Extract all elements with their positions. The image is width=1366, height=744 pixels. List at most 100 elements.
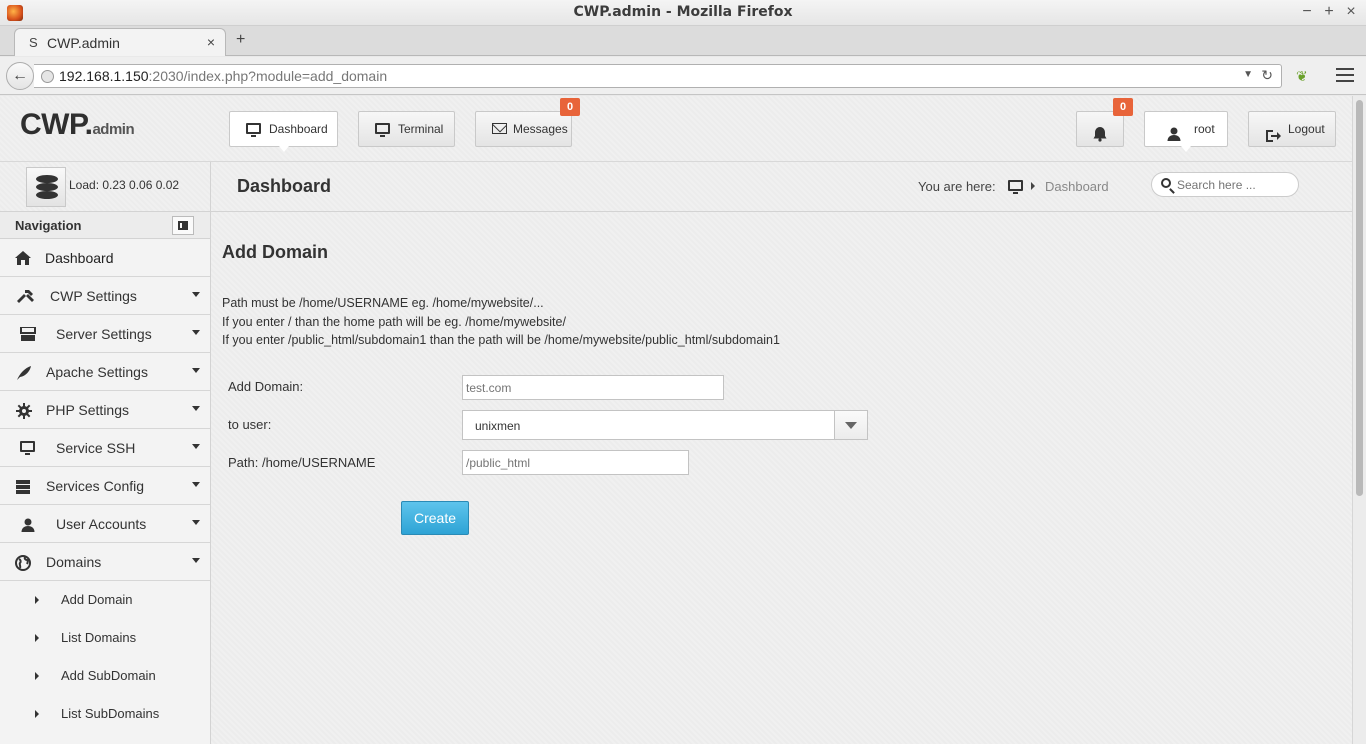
navigation-title: Navigation — [15, 218, 82, 233]
sidebar-subitem-list-domains[interactable]: List Domains — [0, 619, 210, 657]
terminal-button[interactable]: Terminal — [358, 111, 455, 147]
sidebar-item-label: Domains — [46, 554, 102, 570]
chevron-down-icon — [192, 520, 200, 525]
reload-icon[interactable]: ↻ — [1261, 67, 1273, 84]
hamburger-menu-icon[interactable] — [1336, 68, 1354, 82]
leaf-extension-icon[interactable]: ❦ — [1296, 68, 1310, 84]
cwp-logo[interactable]: CWP.admin — [20, 108, 135, 142]
sidebar-item-apache-settings[interactable]: Apache Settings — [0, 353, 210, 391]
sidebar-item-label: Services Config — [46, 478, 145, 494]
feather-icon — [16, 365, 32, 380]
user-menu-button[interactable]: root — [1144, 111, 1228, 152]
minimize-button[interactable]: − — [1298, 2, 1316, 22]
sidebar-item-cwp-settings[interactable]: CWP Settings — [0, 277, 210, 315]
sidebar-item-label: PHP Settings — [46, 402, 130, 418]
dashboard-button[interactable]: Dashboard — [229, 111, 338, 152]
sidebar-item-user-accounts[interactable]: User Accounts — [0, 505, 210, 543]
user-select[interactable]: unixmen — [462, 410, 868, 440]
tab-title: CWP.admin — [47, 35, 120, 51]
sidebar-subitem-label: Add Domain — [61, 592, 133, 607]
chevron-right-icon — [35, 672, 39, 680]
url-text[interactable]: 192.168.1.150:2030/index.php?module=add_… — [59, 68, 387, 84]
dashboard-button-label: Dashboard — [269, 122, 328, 136]
logo-sub: admin — [92, 121, 135, 138]
sidebar-item-service-ssh[interactable]: Service SSH — [0, 429, 210, 467]
search-box[interactable] — [1151, 172, 1299, 197]
sidebar-subitem-add-subdomain[interactable]: Add SubDomain — [0, 657, 210, 695]
path-input[interactable] — [462, 450, 689, 475]
database-icon[interactable] — [26, 167, 66, 207]
domain-label: Add Domain: — [228, 379, 304, 394]
notifications-badge: 0 — [1113, 98, 1133, 116]
url-bar[interactable]: 192.168.1.150:2030/index.php?module=add_… — [34, 64, 1282, 88]
cwp-header: CWP.admin Dashboard Terminal Messages 0 … — [0, 96, 1352, 162]
page-title-bar: Dashboard You are here: Dashboard — [211, 162, 1352, 212]
info-line: If you enter /public_html/subdomain1 tha… — [222, 333, 780, 347]
sidebar-subitem-label: List SubDomains — [61, 706, 160, 721]
sidebar-subitem-add-domain[interactable]: Add Domain — [0, 581, 210, 619]
breadcrumb-current[interactable]: Dashboard — [1045, 179, 1109, 194]
info-line: If you enter / than the home path will b… — [222, 315, 566, 329]
sidebar-subitem-label: Add SubDomain — [61, 668, 156, 683]
user-icon — [20, 517, 36, 532]
create-button[interactable]: Create — [401, 501, 469, 535]
url-dropdown-icon[interactable]: ▼ — [1243, 69, 1253, 80]
sidebar-item-php-settings[interactable]: PHP Settings — [0, 391, 210, 429]
page-title: Dashboard — [237, 176, 332, 196]
browser-tab[interactable]: S CWP.admin × — [14, 28, 226, 56]
sidebar-item-dashboard[interactable]: Dashboard — [0, 239, 210, 277]
search-icon — [1161, 178, 1171, 188]
user-icon — [1166, 121, 1182, 155]
logout-button-label: Logout — [1288, 122, 1325, 136]
messages-button[interactable]: Messages 0 — [475, 98, 580, 147]
notifications-button[interactable]: 0 — [1076, 98, 1133, 147]
sidebar-item-label: Apache Settings — [46, 364, 148, 380]
scrollbar-thumb[interactable] — [1356, 100, 1363, 496]
sidebar-item-label: Service SSH — [56, 440, 136, 456]
chevron-right-icon — [35, 710, 39, 718]
tools-icon — [16, 289, 34, 303]
sidebar-item-domains[interactable]: Domains — [0, 543, 210, 581]
sidebar-item-label: User Accounts — [56, 516, 147, 532]
bell-icon — [1092, 121, 1108, 155]
terminal-button-label: Terminal — [398, 122, 444, 136]
chevron-down-icon — [192, 444, 200, 449]
window-title: CWP.admin - Mozilla Firefox — [573, 4, 793, 20]
terminal-monitor-icon — [375, 123, 390, 137]
sidebar-item-services-config[interactable]: Services Config — [0, 467, 210, 505]
page-scrollbar[interactable] — [1352, 96, 1366, 744]
chevron-right-icon — [35, 596, 39, 604]
logo-main: CWP. — [20, 108, 93, 141]
navigation-header: Navigation — [0, 212, 210, 239]
sidebar-toggle-icon[interactable] — [172, 216, 194, 235]
maximize-button[interactable]: + — [1320, 2, 1338, 22]
user-name: root — [1194, 122, 1215, 136]
mail-icon — [492, 123, 507, 134]
path-label: Path: /home/USERNAME — [228, 455, 376, 470]
domain-input[interactable] — [462, 375, 724, 400]
browser-navbar: ← 192.168.1.150:2030/index.php?module=ad… — [0, 57, 1366, 95]
sidebar-item-server-settings[interactable]: Server Settings — [0, 315, 210, 353]
messages-badge: 0 — [560, 98, 580, 116]
sidebar-subitem-label: List Domains — [61, 630, 137, 645]
tab-favicon-icon: S — [29, 35, 38, 50]
chevron-down-icon — [192, 368, 200, 373]
back-button[interactable]: ← — [6, 62, 34, 90]
close-window-button[interactable]: × — [1342, 2, 1360, 22]
form-heading: Add Domain — [222, 242, 328, 262]
tab-close-button[interactable]: × — [207, 34, 215, 50]
sidebar-subitem-list-subdomains[interactable]: List SubDomains — [0, 695, 210, 733]
breadcrumb-caret-icon — [1031, 182, 1035, 190]
user-select-value: unixmen — [475, 419, 521, 433]
user-pointer — [1181, 146, 1191, 152]
home-icon — [15, 251, 31, 265]
search-input[interactable] — [1177, 176, 1292, 194]
url-host: 192.168.1.150 — [59, 68, 149, 84]
breadcrumb-home-icon[interactable] — [1008, 180, 1023, 194]
server-load-panel: Load: 0.23 0.06 0.02 — [0, 162, 211, 212]
logout-button[interactable]: Logout — [1248, 111, 1336, 147]
chevron-right-icon — [35, 634, 39, 642]
new-tab-button[interactable]: + — [236, 31, 245, 49]
chevron-down-icon[interactable] — [834, 411, 867, 439]
chevron-down-icon — [192, 330, 200, 335]
